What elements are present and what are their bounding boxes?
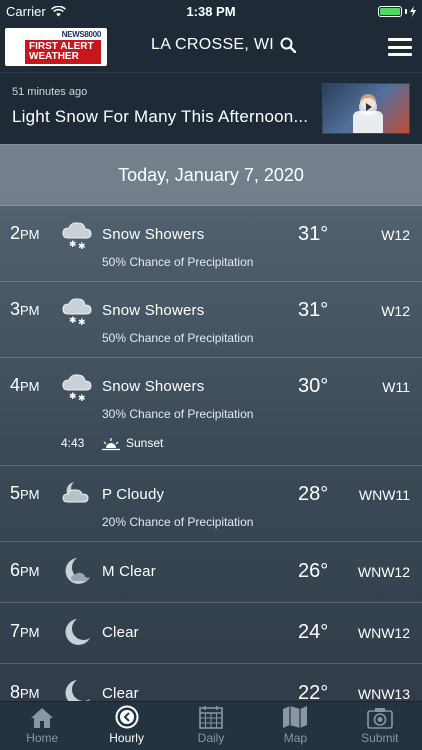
- temp-label: 26°: [298, 560, 329, 582]
- condition-label: M Clear: [102, 563, 156, 580]
- location-selector[interactable]: LA CROSSE, WI: [151, 36, 297, 54]
- location-label: LA CROSSE, WI: [151, 36, 275, 53]
- hour-label: 4PM: [10, 375, 40, 395]
- condition-label: Clear: [102, 624, 139, 641]
- svg-text:✱: ✱: [69, 392, 77, 402]
- hour-label: 3PM: [10, 299, 40, 319]
- station-logo[interactable]: NEWS8000 FIRST ALERT WEATHER: [5, 28, 107, 66]
- sunset-icon: [102, 438, 120, 451]
- news-headline: Light Snow For Many This Afternoon...: [12, 107, 309, 126]
- svg-text:✱: ✱: [78, 242, 86, 252]
- hourly-row[interactable]: 7PM Clear 24° WNW12: [0, 603, 422, 664]
- mostly-clear-night-icon: [65, 558, 90, 584]
- precip-label: 50% Chance of Precipitation: [102, 255, 254, 269]
- battery-icon: [378, 5, 416, 17]
- precip-label: 50% Chance of Precipitation: [102, 331, 254, 345]
- tab-hourly[interactable]: Hourly: [84, 702, 168, 750]
- tab-label: Home: [26, 731, 59, 745]
- wind-label: WNW13: [357, 686, 410, 701]
- hamburger-icon: [388, 38, 412, 41]
- temp-label: 30°: [298, 375, 329, 397]
- app-header: NEWS8000 FIRST ALERT WEATHER LA CROSSE, …: [0, 22, 422, 72]
- tab-submit[interactable]: Submit: [338, 702, 422, 750]
- temp-label: 28°: [298, 483, 329, 505]
- news-time: 51 minutes ago: [12, 86, 88, 98]
- status-time: 1:38 PM: [186, 3, 236, 19]
- hourly-row[interactable]: 2PM ✱ ✱ Snow Showers 50% Chance of Preci…: [0, 206, 422, 282]
- condition-label: Snow Showers: [102, 378, 205, 395]
- moon-icon: [65, 619, 90, 645]
- wind-label: WNW12: [357, 564, 410, 580]
- tab-daily[interactable]: Daily: [169, 702, 253, 750]
- map-icon: [283, 706, 308, 728]
- temp-label: 31°: [298, 223, 329, 245]
- tab-home[interactable]: Home: [0, 702, 84, 750]
- wind-label: W11: [382, 379, 410, 395]
- date-header: Today, January 7, 2020: [0, 144, 422, 206]
- condition-label: Snow Showers: [102, 226, 205, 243]
- clock-icon: [115, 705, 139, 729]
- snow-showers-icon: ✱ ✱: [62, 222, 92, 252]
- tab-label: Daily: [197, 731, 225, 745]
- hourly-row[interactable]: 4PM ✱ ✱ Snow Showers 30% Chance of Preci…: [0, 358, 422, 466]
- hourly-row[interactable]: 6PM M Clear 26° WNW12: [0, 542, 422, 603]
- hour-label: 5PM: [10, 483, 40, 503]
- menu-button[interactable]: [388, 38, 412, 56]
- camera-icon: [367, 708, 393, 729]
- precip-label: 20% Chance of Precipitation: [102, 515, 254, 529]
- date-label: Today, January 7, 2020: [118, 164, 304, 185]
- snow-showers-icon: ✱ ✱: [62, 298, 92, 328]
- hourly-list[interactable]: 2PM ✱ ✱ Snow Showers 50% Chance of Preci…: [0, 206, 422, 701]
- tab-label: Submit: [361, 731, 399, 745]
- condition-label: Snow Showers: [102, 302, 205, 319]
- tab-map[interactable]: Map: [253, 702, 337, 750]
- hour-label: 6PM: [10, 560, 40, 580]
- precip-label: 30% Chance of Precipitation: [102, 407, 254, 421]
- wifi-icon: [50, 5, 66, 16]
- sunset-time: 4:43: [61, 436, 85, 450]
- hour-label: 2PM: [10, 223, 40, 243]
- svg-text:✱: ✱: [78, 318, 86, 328]
- tab-label: Map: [283, 731, 308, 745]
- svg-text:✱: ✱: [69, 240, 77, 250]
- svg-text:✱: ✱: [78, 394, 86, 404]
- wind-label: W12: [381, 303, 410, 319]
- hour-label: 8PM: [10, 682, 40, 701]
- carrier-label: Carrier: [6, 3, 46, 19]
- temp-label: 24°: [298, 621, 329, 643]
- news-banner[interactable]: 51 minutes ago Light Snow For Many This …: [0, 72, 422, 144]
- wind-label: WNW11: [358, 487, 410, 503]
- wind-label: WNW12: [357, 625, 410, 641]
- tab-bar: Home Hourly Daily Map Submit: [0, 701, 422, 750]
- hourly-row[interactable]: 8PM Clear 22° WNW13: [0, 664, 422, 701]
- home-icon: [31, 708, 54, 728]
- condition-label: P Cloudy: [102, 486, 165, 503]
- temp-label: 22°: [298, 682, 329, 701]
- snow-showers-icon: ✱ ✱: [62, 374, 92, 404]
- wind-label: W12: [381, 227, 410, 243]
- logo-news-text: NEWS8000: [61, 30, 102, 39]
- partly-cloudy-night-icon: [62, 482, 89, 503]
- search-icon: [280, 37, 297, 53]
- video-thumbnail[interactable]: [322, 83, 410, 134]
- status-bar: Carrier 1:38 PM: [0, 0, 422, 22]
- hourly-row[interactable]: 5PM P Cloudy 20% Chance of Precipitation…: [0, 466, 422, 542]
- play-icon[interactable]: [359, 98, 377, 116]
- hour-label: 7PM: [10, 621, 40, 641]
- condition-label: Clear: [102, 685, 139, 701]
- logo-alert-text: FIRST ALERT WEATHER: [25, 40, 101, 64]
- calendar-icon: [199, 706, 223, 729]
- moon-icon: [65, 680, 90, 701]
- sunset-label: Sunset: [126, 436, 164, 450]
- tab-label: Hourly: [109, 731, 144, 745]
- svg-text:✱: ✱: [69, 316, 77, 326]
- charging-icon: [410, 5, 416, 17]
- temp-label: 31°: [298, 299, 329, 321]
- hourly-row[interactable]: 3PM ✱ ✱ Snow Showers 50% Chance of Preci…: [0, 282, 422, 358]
